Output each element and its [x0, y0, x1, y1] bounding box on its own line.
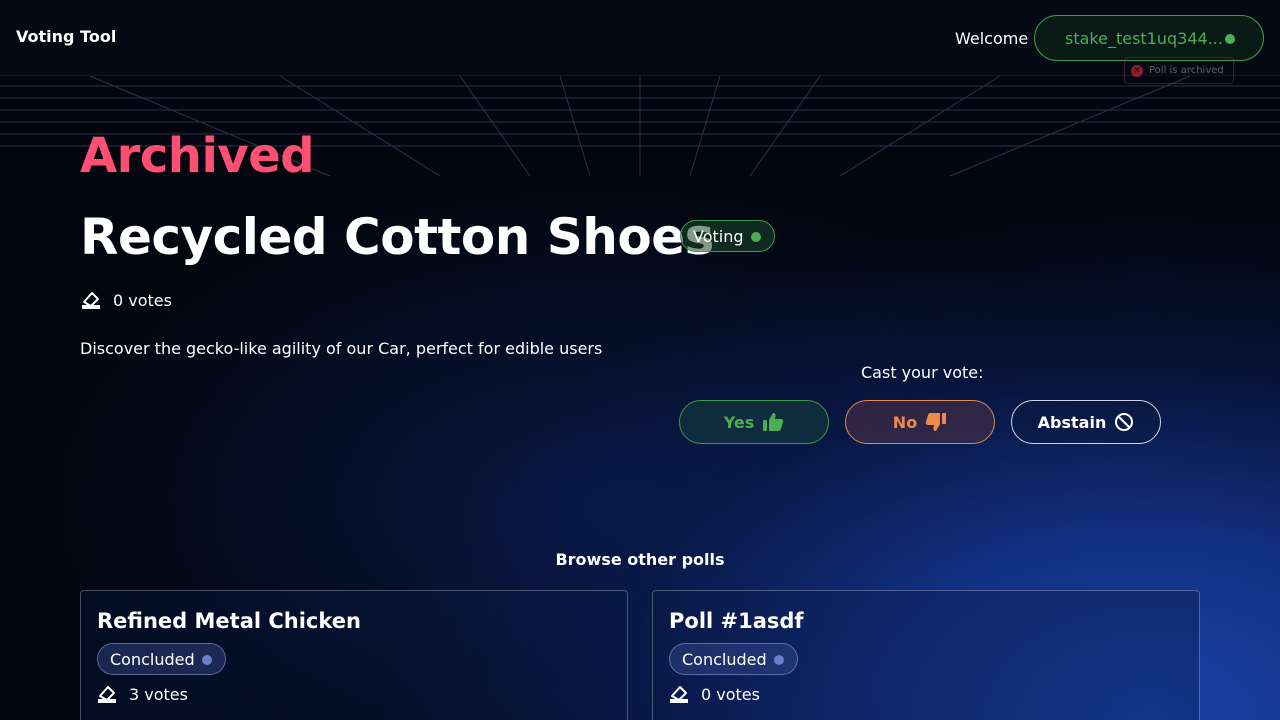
status-badge: Concluded	[97, 643, 226, 675]
vote-abstain-label: Abstain	[1037, 412, 1107, 432]
poll-vote-count: 0 votes	[81, 290, 172, 310]
top-navigation-bar: Voting Tool Welcome stake_test1uq344...	[0, 0, 1280, 76]
poll-status-heading: Archived	[80, 128, 315, 184]
close-icon[interactable]: ✕	[1131, 64, 1143, 77]
poll-description: Discover the gecko-like agility of our C…	[80, 339, 603, 358]
cast-vote-label: Cast your vote:	[861, 363, 984, 382]
vote-no-button[interactable]: No	[845, 400, 995, 444]
vote-count-text: 3 votes	[129, 684, 188, 704]
status-dot	[773, 655, 784, 665]
poll-card-title: Refined Metal Chicken	[97, 609, 361, 633]
connected-status-dot	[1225, 34, 1235, 44]
stake-address: stake_test1uq344...	[1065, 28, 1223, 48]
ballot-box-icon	[98, 686, 116, 703]
status-badge: Concluded	[669, 643, 798, 675]
status-badge: Voting	[680, 220, 775, 252]
poll-card-title: Poll #1asdf	[669, 609, 804, 633]
app-brand[interactable]: Voting Tool	[16, 27, 116, 46]
ballot-box-icon	[82, 292, 100, 309]
vote-abstain-button[interactable]: Abstain	[1011, 400, 1161, 444]
thumbs-up-icon	[763, 413, 784, 431]
vote-yes-button[interactable]: Yes	[679, 400, 829, 444]
welcome-text: Welcome	[955, 29, 1029, 48]
status-badge-label: Concluded	[110, 649, 195, 669]
poll-title: Recycled Cotton Shoes	[80, 208, 714, 266]
wallet-connect-button[interactable]: stake_test1uq344...	[1034, 15, 1264, 61]
status-badge-label: Voting	[693, 226, 744, 246]
browse-polls-heading: Browse other polls	[555, 550, 725, 569]
vote-count-text: 0 votes	[113, 290, 172, 310]
thumbs-down-icon	[926, 413, 947, 431]
status-badge-label: Concluded	[682, 649, 767, 669]
vote-yes-label: Yes	[723, 412, 755, 432]
status-dot	[201, 655, 212, 665]
toast-message: Poll is archived	[1149, 65, 1224, 76]
status-dot	[751, 232, 761, 242]
ballot-box-icon	[670, 686, 688, 703]
archived-toast: ✕ Poll is archived	[1124, 57, 1234, 84]
vote-count-text: 0 votes	[701, 684, 760, 704]
poll-card[interactable]: Poll #1asdf Concluded 0 votes	[652, 590, 1200, 720]
poll-card-vote-count: 0 votes	[669, 684, 760, 704]
prohibited-icon	[1115, 413, 1134, 431]
poll-card-vote-count: 3 votes	[97, 684, 188, 704]
vote-no-label: No	[892, 412, 918, 432]
poll-card[interactable]: Refined Metal Chicken Concluded 3 votes	[80, 590, 628, 720]
